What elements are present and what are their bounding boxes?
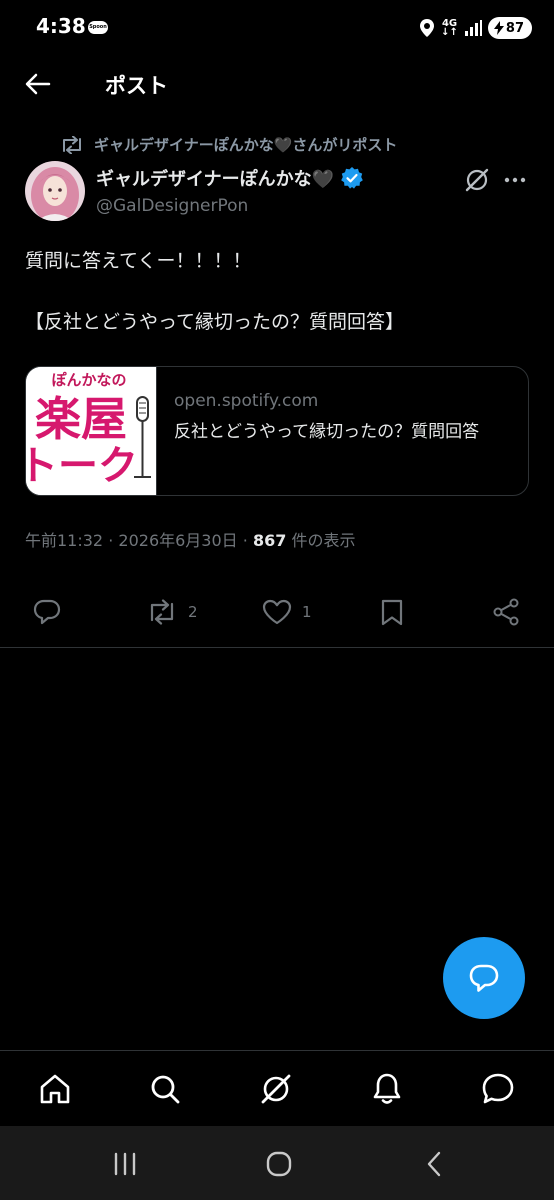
post-metadata: 午前11:32 · 2026年6月30日 · 867 件の表示 [25, 527, 355, 551]
share-button[interactable] [492, 592, 520, 632]
back-system-button[interactable] [416, 1146, 452, 1182]
battery-indicator: 87 [487, 17, 532, 39]
bookmark-icon [381, 599, 403, 626]
post-action-bar: 2 1 [0, 592, 554, 634]
card-domain: open.spotify.com [174, 391, 319, 411]
repost-icon [150, 599, 174, 625]
repost-count: 2 [188, 603, 198, 621]
arrow-left-icon [25, 73, 51, 95]
home-circle-icon [266, 1151, 292, 1177]
recent-apps-button[interactable] [107, 1146, 143, 1182]
meta-separator: · [108, 531, 114, 550]
nav-home[interactable] [37, 1071, 73, 1107]
author-handle[interactable]: @GalDesignerPon [96, 196, 248, 216]
nav-notifications[interactable] [369, 1071, 405, 1107]
nav-messages[interactable] [480, 1071, 516, 1107]
podcast-cover-image: ぽんかなの 楽屋 トーク [26, 367, 156, 495]
views-count[interactable]: 867 [253, 531, 286, 550]
spoon-icon: Spoon [88, 21, 108, 34]
post-date[interactable]: 2026年6月30日 [118, 531, 237, 550]
status-time: 4:38 [36, 14, 86, 38]
meta-separator: · [242, 531, 248, 550]
author-display-name[interactable]: ギャルデザイナーぽんかな🖤 [96, 165, 334, 191]
home-icon [40, 1074, 70, 1104]
like-count: 1 [302, 603, 312, 621]
repost-button[interactable]: 2 [146, 592, 198, 632]
repost-attribution[interactable]: ギャルデザイナーぽんかな🖤さんがリポスト [60, 134, 397, 155]
verified-badge-icon [341, 167, 363, 189]
location-icon [420, 19, 435, 37]
notifications-icon [373, 1073, 401, 1104]
thumb-text-line1: ぽんかなの [51, 371, 126, 389]
signal-icon [464, 20, 482, 36]
messages-icon [482, 1073, 514, 1104]
post-text-line: 質問に答えてくー！！！！ [25, 250, 252, 272]
more-horizontal-icon [504, 177, 526, 183]
chevron-left-icon [427, 1151, 441, 1177]
heart-icon [262, 599, 292, 625]
divider [0, 647, 554, 648]
reply-icon [33, 599, 61, 625]
back-button[interactable] [22, 68, 54, 100]
home-system-button[interactable] [261, 1146, 297, 1182]
thumb-text-line2: 楽屋 [35, 392, 127, 446]
share-icon [493, 598, 519, 626]
nav-grok[interactable] [258, 1071, 294, 1107]
reply-icon [469, 964, 499, 992]
post-text: 質問に答えてくー！！！！ 【反社とどうやって縁切ったの？質問回答】 [25, 246, 530, 338]
post-text-line: 【反社とどうやって縁切ったの？質問回答】 [25, 311, 405, 333]
system-navigation-bar [0, 1126, 554, 1200]
network-type: 4G ↓↑ [441, 18, 458, 38]
grok-button[interactable] [462, 165, 492, 195]
repost-icon [63, 135, 81, 154]
post-time[interactable]: 午前11:32 [25, 531, 103, 550]
nav-search[interactable] [147, 1071, 183, 1107]
more-options-button[interactable] [500, 165, 530, 195]
card-thumbnail: ぽんかなの 楽屋 トーク [26, 367, 157, 495]
bottom-navigation [0, 1050, 554, 1126]
recent-apps-icon [114, 1152, 136, 1176]
grok-icon [465, 168, 489, 192]
card-title: 反社とどうやって縁切ったの？質問回答 [174, 422, 480, 442]
views-label: 件の表示 [286, 531, 356, 550]
like-button[interactable]: 1 [262, 592, 312, 632]
top-app-bar: ポスト [0, 58, 554, 112]
reply-button[interactable] [32, 592, 72, 632]
page-title: ポスト [105, 74, 168, 98]
author-row: ギャルデザイナーぽんかな🖤 [96, 165, 364, 191]
status-bar: 4:38 Spoon 4G ↓↑ 87 [0, 0, 554, 58]
repost-text: ギャルデザイナーぽんかな🖤さんがリポスト [94, 136, 398, 154]
compose-reply-fab[interactable] [443, 937, 525, 1019]
bookmark-button[interactable] [380, 592, 404, 632]
search-icon [151, 1075, 180, 1104]
link-preview-card[interactable]: ぽんかなの 楽屋 トーク open.spotify.com 反社とどうやって縁切… [25, 366, 529, 496]
thumb-text-line3: トーク [26, 443, 138, 489]
grok-icon [261, 1074, 291, 1104]
charging-icon [493, 21, 504, 35]
avatar[interactable] [25, 161, 85, 221]
avatar-image [25, 161, 85, 221]
